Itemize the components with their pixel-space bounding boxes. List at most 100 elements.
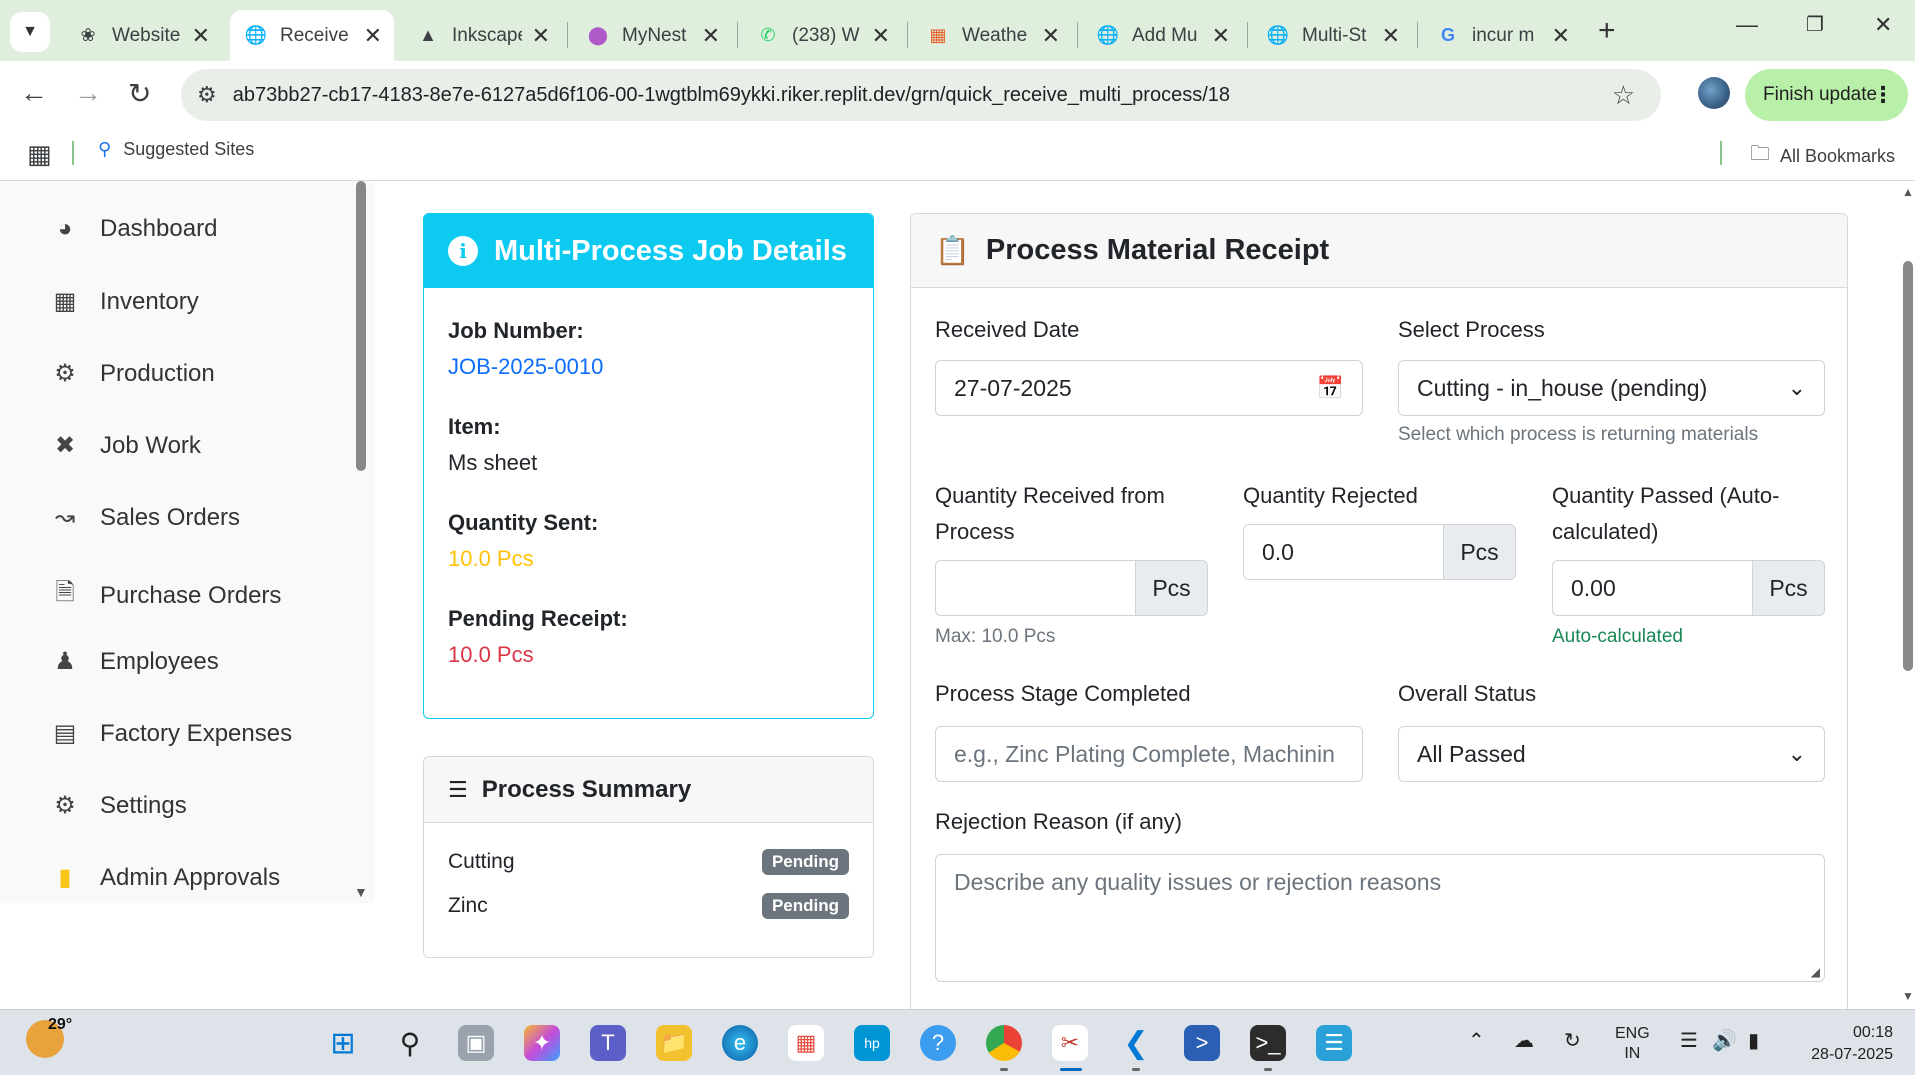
tab-mynest[interactable]: ⬤ MyNest ✕ xyxy=(572,10,732,61)
openai-icon: ❀ xyxy=(80,25,96,45)
overall-status-dropdown[interactable]: All Passed ⌄ xyxy=(1398,726,1825,782)
apps-grid-icon[interactable]: ▦ xyxy=(27,139,52,170)
rejection-reason-textarea[interactable]: Describe any quality issues or rejection… xyxy=(935,854,1825,982)
vscode-icon[interactable]: ❮ xyxy=(1118,1025,1154,1061)
sidebar-item-label: Admin Approvals xyxy=(100,863,281,891)
onedrive-icon[interactable]: ☁ xyxy=(1514,1028,1534,1053)
close-icon[interactable]: ✕ xyxy=(872,23,890,49)
resize-handle-icon[interactable]: ◢ xyxy=(1811,965,1820,979)
site-info-icon[interactable]: ⚙ xyxy=(197,82,217,108)
finish-update-button[interactable]: Finish update ⋮ xyxy=(1745,69,1908,121)
close-icon[interactable]: ✕ xyxy=(702,23,720,49)
address-bar[interactable]: ⚙ ab73bb27-cb17-4183-8e7e-6127a5d6f106-0… xyxy=(181,69,1661,121)
weather-widget[interactable]: 29° xyxy=(26,1016,72,1058)
quantity-rejected-input[interactable]: 0.0 xyxy=(1243,524,1444,580)
sync-icon[interactable]: ↻ xyxy=(1564,1028,1581,1053)
sidebar-item-label: Purchase Orders xyxy=(100,581,282,609)
start-button[interactable]: ⊞ xyxy=(325,1025,361,1061)
minimize-button[interactable]: — xyxy=(1736,12,1758,38)
sidebar-item-employees[interactable]: ♟ Employees xyxy=(50,647,219,676)
wifi-icon[interactable]: ☰ xyxy=(1680,1028,1698,1053)
sidebar-item-admin-approvals[interactable]: ▮ Admin Approvals xyxy=(50,863,280,892)
running-indicator xyxy=(1132,1068,1140,1071)
battery-icon[interactable]: ▮ xyxy=(1748,1028,1759,1053)
scroll-down-icon[interactable]: ▼ xyxy=(1902,989,1914,1003)
process-stage-input[interactable]: e.g., Zinc Plating Complete, Machinin xyxy=(935,726,1363,782)
page-scrollbar[interactable]: ▲ ▼ xyxy=(1900,181,1915,1009)
tab-add-multi[interactable]: 🌐 Add Mu ✕ xyxy=(1082,10,1242,61)
tab-title: Add Mu xyxy=(1132,24,1198,46)
volume-icon[interactable]: 🔊 xyxy=(1712,1028,1737,1053)
url-text[interactable]: ab73bb27-cb17-4183-8e7e-6127a5d6f106-00-… xyxy=(233,84,1230,107)
store-icon[interactable]: ▦ xyxy=(788,1025,824,1061)
quantity-passed-unit: Pcs xyxy=(1753,560,1825,616)
close-icon[interactable]: ✕ xyxy=(1212,23,1230,49)
tab-weather[interactable]: ▦ Weathe ✕ xyxy=(912,10,1072,61)
task-view-icon[interactable]: ▣ xyxy=(458,1025,494,1061)
tab-receive[interactable]: 🌐 Receive ✕ xyxy=(230,10,394,61)
file-explorer-icon[interactable]: 📁 xyxy=(656,1025,692,1061)
copilot-icon[interactable]: ✦ xyxy=(524,1025,560,1061)
system-clock[interactable]: 00:18 28-07-2025 xyxy=(1793,1022,1893,1066)
forward-button[interactable]: → xyxy=(74,77,102,109)
terminal-icon[interactable]: >_ xyxy=(1250,1025,1286,1061)
quantity-received-unit: Pcs xyxy=(1136,560,1208,616)
profile-avatar[interactable] xyxy=(1698,77,1730,109)
quantity-received-input[interactable] xyxy=(935,560,1136,616)
tab-multi-step[interactable]: 🌐 Multi-St ✕ xyxy=(1252,10,1412,61)
close-icon[interactable]: ✕ xyxy=(532,23,550,49)
search-icon[interactable]: ⚲ xyxy=(392,1025,428,1061)
tab-whatsapp[interactable]: ✆ (238) W ✕ xyxy=(742,10,902,61)
help-icon[interactable]: ? xyxy=(920,1025,956,1061)
tab-inkscape[interactable]: ▲ Inkscape ✕ xyxy=(402,10,562,61)
tab-search-button[interactable]: ▼ xyxy=(10,12,50,52)
bookmark-suggested-sites[interactable]: ⚲ Suggested Sites xyxy=(98,139,254,160)
scroll-up-icon[interactable]: ▲ xyxy=(1902,185,1914,199)
sidebar-item-production[interactable]: ⚙ Production xyxy=(50,359,215,388)
language-indicator[interactable]: ENG IN xyxy=(1615,1024,1650,1064)
received-date-input[interactable]: 27-07-2025 📅 xyxy=(935,360,1363,416)
tab-google[interactable]: G incur m ✕ xyxy=(1422,10,1582,61)
quantity-sent-value: 10.0 Pcs xyxy=(448,546,534,571)
select-process-dropdown[interactable]: Cutting - in_house (pending) ⌄ xyxy=(1398,360,1825,416)
sidebar-item-purchase-orders[interactable]: 🗎 Purchase Orders xyxy=(50,575,281,616)
sidebar-item-inventory[interactable]: ▦ Inventory xyxy=(50,287,199,316)
bookmark-star-icon[interactable]: ☆ xyxy=(1612,80,1635,111)
sidebar-scrollbar[interactable] xyxy=(356,181,366,471)
select-process-help: Select which process is returning materi… xyxy=(1398,424,1759,445)
new-tab-button[interactable]: + xyxy=(1598,14,1616,48)
calendar-icon[interactable]: 📅 xyxy=(1317,375,1344,401)
back-button[interactable]: ← xyxy=(20,77,48,109)
sidebar-item-sales-orders[interactable]: ↝ Sales Orders xyxy=(50,503,240,532)
chrome-icon[interactable] xyxy=(986,1025,1022,1061)
page-scroll-thumb[interactable] xyxy=(1903,261,1913,671)
close-icon[interactable]: ✕ xyxy=(1552,23,1570,49)
close-icon[interactable]: ✕ xyxy=(364,23,382,49)
sidebar-item-factory-expenses[interactable]: ▤ Factory Expenses xyxy=(50,719,292,748)
sidebar-item-dashboard[interactable]: ◕ Dashboard xyxy=(50,215,218,243)
region-code: IN xyxy=(1624,1045,1641,1062)
restore-button[interactable]: ❐ xyxy=(1806,12,1824,37)
myhp-icon[interactable]: hp xyxy=(854,1025,890,1061)
chevron-up-icon[interactable]: ⌃ xyxy=(1468,1028,1485,1053)
sidebar-item-settings[interactable]: ⚙ Settings xyxy=(50,791,186,820)
all-bookmarks-button[interactable]: 🗀 All Bookmarks xyxy=(1750,139,1895,173)
close-icon[interactable]: ✕ xyxy=(192,23,210,49)
close-icon[interactable]: ✕ xyxy=(1042,23,1060,49)
close-icon[interactable]: ✕ xyxy=(1382,23,1400,49)
tab-website[interactable]: ❀ Website ✕ xyxy=(62,10,222,61)
notepad-icon[interactable]: ☰ xyxy=(1316,1025,1352,1061)
edge-icon[interactable]: e xyxy=(722,1025,758,1061)
teams-icon[interactable]: T xyxy=(590,1025,626,1061)
process-name: Cutting xyxy=(448,850,515,873)
powershell-icon[interactable]: > xyxy=(1184,1025,1220,1061)
list-check-icon: ☰ xyxy=(448,776,468,802)
sidebar-item-job-work[interactable]: ✖ Job Work xyxy=(50,431,201,460)
sidebar-scroll-down-icon[interactable]: ▼ xyxy=(354,884,368,900)
finish-update-label: Finish update xyxy=(1763,84,1878,105)
folder-icon: 🗀 xyxy=(1750,143,1770,165)
window-close-button[interactable]: ✕ xyxy=(1874,12,1892,38)
reload-button[interactable]: ↻ xyxy=(128,77,151,110)
snipping-tool-icon[interactable]: ✂ xyxy=(1052,1025,1088,1061)
item-value: Ms sheet xyxy=(448,450,538,475)
